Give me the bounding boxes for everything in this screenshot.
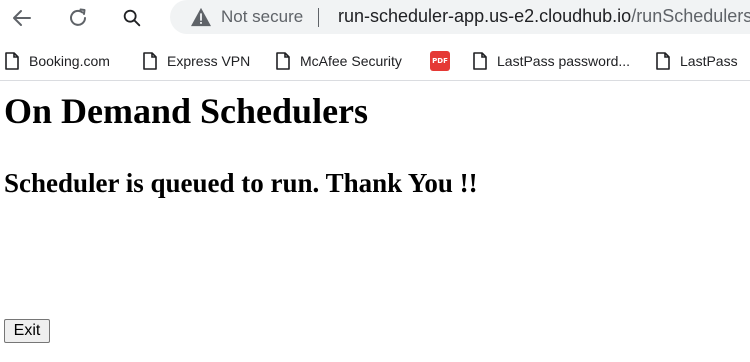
page-icon <box>143 52 157 70</box>
search-icon <box>123 9 141 27</box>
bookmark-lastpass[interactable]: LastPass <box>656 50 738 72</box>
bookmark-label: LastPass password... <box>497 53 631 69</box>
address-bar[interactable]: Not secure run-scheduler-app.us-e2.cloud… <box>170 0 750 34</box>
page-icon <box>276 52 290 70</box>
bookmark-booking[interactable]: Booking.com <box>5 50 110 72</box>
back-arrow-icon <box>13 10 31 26</box>
page-icon <box>473 52 487 70</box>
status-message: Scheduler is queued to run. Thank You !! <box>4 168 478 198</box>
back-button[interactable] <box>8 4 36 32</box>
bookmark-express-vpn[interactable]: Express VPN <box>143 50 250 72</box>
page-title: On Demand Schedulers <box>4 91 369 131</box>
bookmark-label: Booking.com <box>29 53 110 69</box>
bookmark-label: LastPass <box>680 53 738 69</box>
browser-toolbar: Not secure run-scheduler-app.us-e2.cloud… <box>0 0 750 36</box>
pdf-icon: PDF <box>430 51 450 71</box>
reload-icon <box>70 8 86 26</box>
page-icon <box>5 52 19 70</box>
url-path: /runSchedulers <box>631 6 750 26</box>
exit-button[interactable]: Exit <box>4 319 50 343</box>
warning-triangle-icon[interactable] <box>190 7 212 27</box>
page-icon <box>656 52 670 70</box>
reload-button[interactable] <box>64 4 92 32</box>
bookmark-pdf[interactable]: PDF <box>430 50 450 72</box>
url-text[interactable]: run-scheduler-app.us-e2.cloudhub.io/runS… <box>338 6 750 27</box>
bookmark-label: McAfee Security <box>300 53 402 69</box>
security-status-label[interactable]: Not secure <box>221 7 303 27</box>
bookmark-label: Express VPN <box>167 53 251 69</box>
omnibox-divider <box>318 8 319 27</box>
url-host: run-scheduler-app.us-e2.cloudhub.io <box>338 6 632 26</box>
search-button[interactable] <box>118 4 146 32</box>
bookmark-lastpass-password[interactable]: LastPass password... <box>473 50 630 72</box>
bookmarks-bar: Booking.com Express VPN McAfee Security … <box>0 42 750 81</box>
bookmark-mcafee[interactable]: McAfee Security <box>276 50 402 72</box>
